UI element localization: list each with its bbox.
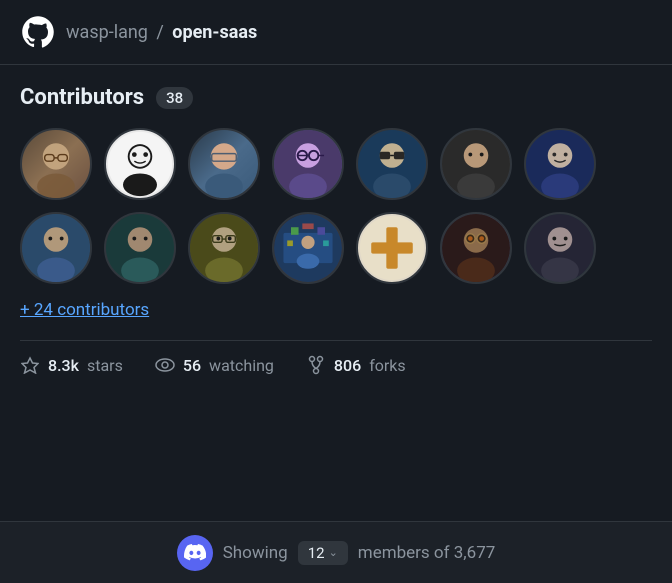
repo-name[interactable]: open-saas [172,22,257,43]
contributor-avatar[interactable] [356,212,428,284]
bottom-bar: Showing 12 ⌄ members of 3,677 [0,521,672,583]
github-logo[interactable] [20,14,56,50]
avatar-grid [20,128,652,284]
contributor-avatar[interactable] [524,212,596,284]
members-count-dropdown[interactable]: 12 ⌄ [298,541,348,565]
stats-row: 8.3k stars 56 watching [20,340,652,389]
more-contributors-link[interactable]: + 24 contributors [20,300,652,320]
contributors-heading: Contributors 38 [20,85,652,110]
stars-stat[interactable]: 8.3k stars [20,355,123,375]
contributor-avatar[interactable] [356,128,428,200]
contributor-avatar[interactable] [272,212,344,284]
watching-label: watching [209,356,274,375]
contributors-count-badge: 38 [156,87,193,109]
contributor-avatar[interactable] [272,128,344,200]
forks-stat[interactable]: 806 forks [306,355,406,375]
contributor-avatar[interactable] [188,128,260,200]
forks-value: 806 [334,356,361,375]
contributor-avatar[interactable] [524,128,596,200]
avatar-row-1 [20,128,652,200]
watching-value: 56 [183,356,201,375]
repo-breadcrumb: wasp-lang / open-saas [66,22,257,43]
main-content: Contributors 38 [0,65,672,389]
fork-icon [306,355,326,375]
showing-label: Showing [223,543,288,563]
breadcrumb-slash: / [156,22,163,43]
contributor-avatar[interactable] [188,212,260,284]
watching-stat[interactable]: 56 watching [155,355,274,375]
contributors-title: Contributors [20,85,144,110]
org-name[interactable]: wasp-lang [66,22,148,43]
contributor-avatar[interactable] [440,128,512,200]
contributor-avatar[interactable] [20,212,92,284]
members-of-label: members of 3,677 [358,543,496,563]
eye-icon [155,355,175,375]
discord-icon[interactable] [177,535,213,571]
contributor-avatar[interactable] [20,128,92,200]
header: wasp-lang / open-saas [0,0,672,65]
star-icon [20,355,40,375]
stars-label: stars [87,356,123,375]
count-value: 12 [308,544,325,562]
chevron-down-icon: ⌄ [329,546,338,559]
contributor-avatar[interactable] [104,128,176,200]
avatar-row-2 [20,212,652,284]
forks-label: forks [369,356,405,375]
contributor-avatar[interactable] [104,212,176,284]
stars-value: 8.3k [48,356,79,375]
contributor-avatar[interactable] [440,212,512,284]
